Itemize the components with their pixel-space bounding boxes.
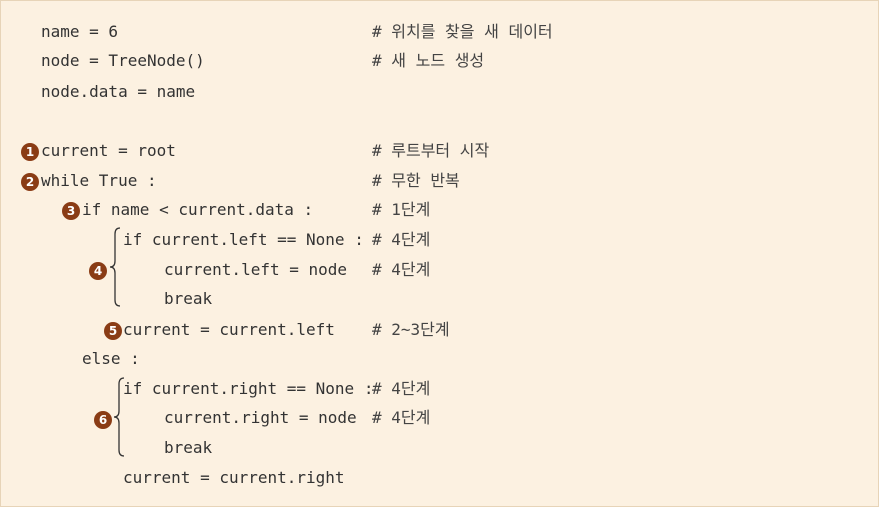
code-line-if-left-none: if current.left == None : xyxy=(123,230,364,249)
step-marker-1: 1 xyxy=(21,143,39,161)
code-line-while: while True : xyxy=(41,171,157,190)
code-line-right-assign: current.right = node xyxy=(164,408,357,427)
code-line-if-right-none: if current.right == None : xyxy=(123,379,374,398)
comment-line-while: # 무한 반복 xyxy=(372,171,460,190)
code-line-else: else : xyxy=(82,349,140,368)
step-marker-6: 6 xyxy=(94,411,112,429)
comment-line-current-left: # 2~3단계 xyxy=(372,320,450,339)
code-line-node: node = TreeNode() xyxy=(41,51,205,70)
comment-line-if-right-none: # 4단계 xyxy=(372,379,431,398)
code-line-current-left: current = current.left xyxy=(123,320,335,339)
comment-line-node: # 새 노드 생성 xyxy=(372,51,485,70)
code-line-if-less: if name < current.data : xyxy=(82,200,314,219)
comment-line-current-root: # 루트부터 시작 xyxy=(372,141,490,160)
code-line-current-root: current = root xyxy=(41,141,176,160)
code-line-left-assign: current.left = node xyxy=(164,260,348,279)
comment-line-if-left-none: # 4단계 xyxy=(372,230,431,249)
step-marker-5: 5 xyxy=(104,322,122,340)
comment-line-right-assign: # 4단계 xyxy=(372,408,431,427)
code-line-current-right: current = current.right xyxy=(123,468,345,487)
comment-line-left-assign: # 4단계 xyxy=(372,260,431,279)
code-line-break-left: break xyxy=(164,289,213,308)
step-marker-3: 3 xyxy=(62,202,80,220)
code-line-node-data: node.data = name xyxy=(41,82,196,101)
code-line-name: name = 6 xyxy=(41,22,119,41)
code-listing-panel: name = 6 # 위치를 찾을 새 데이터 node = TreeNode(… xyxy=(0,0,879,507)
brace-block-4 xyxy=(109,227,121,307)
comment-line-if-less: # 1단계 xyxy=(372,200,431,219)
code-line-break-right: break xyxy=(164,438,213,457)
step-marker-2: 2 xyxy=(21,173,39,191)
comment-line-name: # 위치를 찾을 새 데이터 xyxy=(372,22,553,41)
step-marker-4: 4 xyxy=(89,262,107,280)
